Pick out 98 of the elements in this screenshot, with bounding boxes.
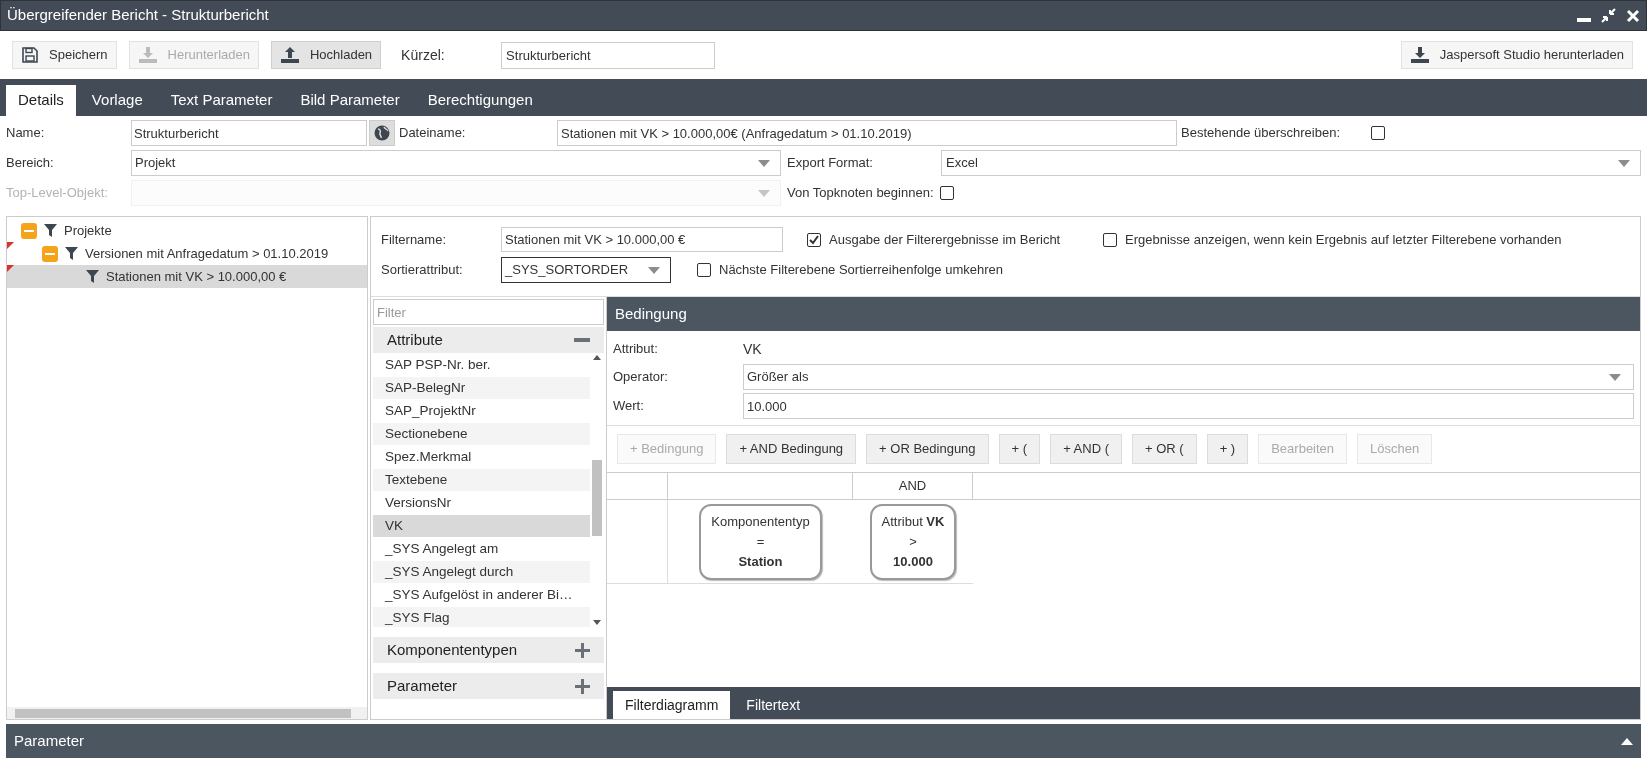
- checkbox-label: Ergebnisse anzeigen, wenn kein Ergebnis auf letzter Filterebene vorhanden: [1124, 230, 1562, 249]
- field-label: Attribut:: [613, 340, 659, 359]
- expand-icon: [575, 678, 590, 694]
- checkbox[interactable]: [1103, 232, 1117, 247]
- column-header: AND: [853, 473, 973, 499]
- scrollbar[interactable]: [7, 707, 367, 719]
- studio-download-button[interactable]: Jaspersoft Studio herunterladen: [1400, 41, 1633, 69]
- select-field[interactable]: Projekt: [131, 150, 781, 176]
- scroll-up-icon[interactable]: [593, 355, 601, 360]
- collapse-icon: [574, 338, 590, 342]
- condition-node[interactable]: Attribut VK > 10.000: [869, 503, 957, 580]
- globe-icon: [374, 125, 390, 141]
- section-header[interactable]: Attribute: [373, 327, 604, 353]
- node-text: Station: [738, 552, 783, 571]
- tree-item[interactable]: Projekte: [7, 219, 367, 242]
- upload-icon: [279, 46, 300, 64]
- tree-item[interactable]: Stationen mit VK > 10.000,00 €: [7, 265, 367, 288]
- field-label: Dateiname:: [398, 124, 467, 143]
- action-button[interactable]: + ): [1206, 434, 1249, 464]
- list-item[interactable]: SAP-BelegNr: [373, 377, 590, 400]
- tab[interactable]: Filtertext: [734, 691, 813, 719]
- checkbox-label: Nächste Filterebene Sortierreihenfolge umkehren: [718, 261, 1003, 280]
- field-value: VK: [743, 339, 762, 359]
- select-field[interactable]: _SYS_SORTORDER: [501, 257, 671, 283]
- collapse-icon: [1621, 737, 1633, 745]
- tab[interactable]: Details: [6, 85, 76, 116]
- download-icon: [1409, 46, 1430, 64]
- scroll-thumb[interactable]: [592, 460, 602, 536]
- action-button[interactable]: + AND Bedingung: [726, 434, 857, 464]
- list-item[interactable]: Textebene: [373, 469, 590, 492]
- select-field[interactable]: Größer als: [743, 364, 1634, 390]
- tab[interactable]: Vorlage: [79, 85, 155, 116]
- save-icon: [21, 46, 39, 64]
- expand-icon: [575, 642, 590, 658]
- field-label: Kürzel:: [401, 45, 446, 65]
- input-field[interactable]: 10.000: [743, 393, 1634, 419]
- select-field[interactable]: Excel: [941, 150, 1641, 176]
- node-text: Attribut VK: [881, 512, 945, 531]
- panel-header: Bedingung: [607, 297, 1640, 331]
- node-text: =: [756, 532, 765, 551]
- list-item[interactable]: Sectionebene: [373, 423, 590, 446]
- node-text: 10.000: [893, 552, 933, 571]
- input-field[interactable]: Strukturbericht: [131, 120, 367, 146]
- scroll-thumb[interactable]: [15, 708, 351, 718]
- action-button[interactable]: + (: [998, 434, 1041, 464]
- field-label: Top-Level-Objekt:: [6, 184, 109, 203]
- caret-icon: [1609, 373, 1621, 381]
- caret-icon: [758, 159, 770, 167]
- caret-icon: [1618, 159, 1630, 167]
- list-item[interactable]: VK: [373, 515, 590, 538]
- action-button[interactable]: + OR Bedingung: [866, 434, 989, 464]
- condition-node[interactable]: Komponententyp = Station: [699, 503, 822, 580]
- action-button[interactable]: + AND (: [1050, 434, 1122, 464]
- checkbox[interactable]: [697, 263, 711, 277]
- field-label: Operator:: [613, 368, 669, 387]
- section-title: Parameter: [14, 730, 85, 751]
- checkbox[interactable]: [807, 232, 821, 247]
- input-field[interactable]: Stationen mit VK > 10.000,00€ (Anfragedatum > 01.10.2019): [557, 120, 1177, 146]
- checkbox[interactable]: [939, 186, 954, 200]
- field-label: Wert:: [613, 397, 645, 416]
- field-label: Von Topknoten beginnen:: [786, 184, 935, 203]
- tab[interactable]: Bild Parameter: [288, 85, 412, 116]
- node-text: >: [909, 532, 917, 551]
- list-item[interactable]: _SYS Flag: [373, 607, 590, 627]
- close-icon[interactable]: [1626, 8, 1640, 23]
- input-field[interactable]: Stationen mit VK > 10.000,00 €: [501, 227, 783, 252]
- tree-item[interactable]: Versionen mit Anfragedatum > 01.10.2019: [7, 242, 367, 265]
- action-button[interactable]: + OR (: [1132, 434, 1197, 464]
- section-header[interactable]: Komponententypen: [373, 637, 604, 663]
- toolbar-button[interactable]: Hochladen: [270, 41, 382, 69]
- checkbox-label: Ausgabe der Filterergebnisse im Bericht: [828, 230, 1062, 249]
- input-field[interactable]: Strukturbericht: [501, 41, 716, 69]
- field-label: Export Format:: [786, 154, 874, 173]
- caret-icon: [648, 266, 660, 274]
- restore-icon[interactable]: [1601, 8, 1616, 23]
- section-header[interactable]: Parameter: [373, 673, 604, 699]
- globe-button[interactable]: [369, 120, 395, 146]
- node-text: Komponententyp: [711, 512, 810, 531]
- scroll-down-icon[interactable]: [593, 620, 601, 625]
- toolbar-button[interactable]: Speichern: [12, 41, 117, 69]
- checkbox[interactable]: [1371, 126, 1385, 140]
- field-label: Bereich:: [6, 154, 55, 173]
- download-icon: [137, 46, 158, 64]
- field-label: Bestehende überschreiben:: [1180, 124, 1341, 143]
- field-label: Sortierattribut:: [381, 261, 464, 280]
- window-title: Übergreifender Bericht - Strukturbericht: [7, 5, 269, 26]
- filter-field[interactable]: Filter: [373, 299, 604, 325]
- filter-icon: [86, 270, 99, 283]
- filter-icon: [65, 247, 78, 260]
- field-label: Name:: [6, 124, 46, 143]
- tab[interactable]: Text Parameter: [158, 85, 285, 116]
- tab[interactable]: Berechtigungen: [415, 85, 545, 116]
- filter-icon: [44, 224, 57, 237]
- caret-icon: [758, 189, 770, 197]
- list-item[interactable]: _SYS Angelegt durch: [373, 561, 590, 584]
- field-label: Filtername:: [381, 230, 448, 249]
- tab[interactable]: Filterdiagramm: [613, 691, 731, 719]
- parameter-bar[interactable]: Parameter: [6, 724, 1641, 758]
